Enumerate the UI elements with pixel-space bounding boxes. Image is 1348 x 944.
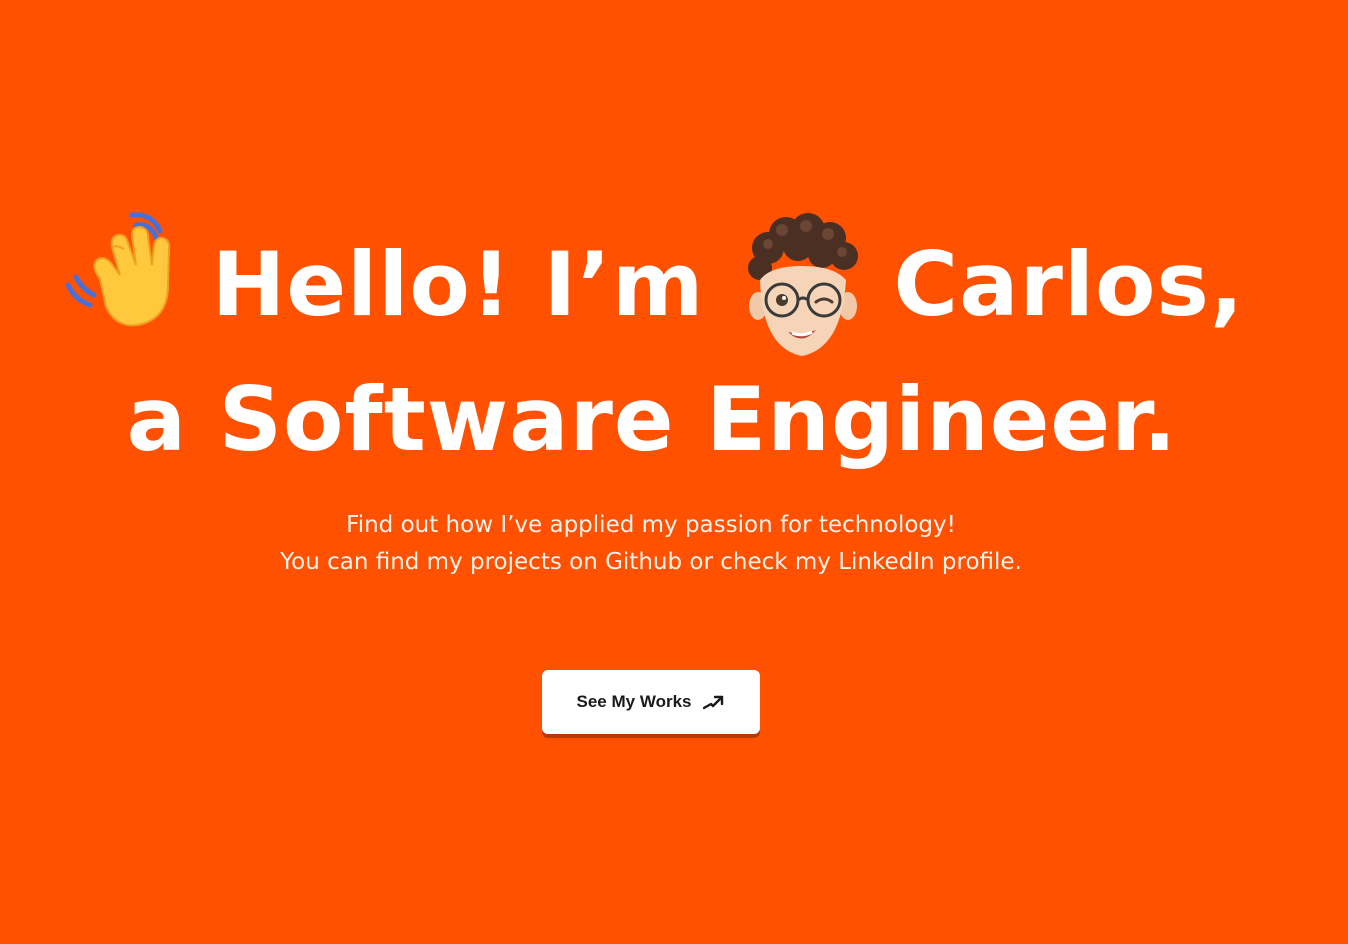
waving-hand-icon [60,207,190,332]
subtitle: Find out how I’ve applied my passion for… [0,507,1348,581]
headline-line-1: Hello! I’m Carlos, [0,205,1348,365]
name-text: Carlos, [893,233,1245,336]
subtitle-line-1: Find out how I’ve applied my passion for… [346,512,956,538]
headline-line-2: a Software Engineer. [0,372,1348,467]
see-my-works-button[interactable]: See My Works [542,670,760,734]
see-my-works-label: See My Works [576,692,692,711]
subtitle-line-2: You can find my projects on Github or ch… [280,549,1022,575]
hero-section: Hello! I’m Carlos, a Software Engineer. … [0,0,1348,944]
greeting-text: Hello! I’m [211,233,705,336]
memoji-avatar-icon [738,210,863,360]
arrow-up-right-icon [703,694,725,710]
role-text: a Software Engineer. [126,367,1178,471]
